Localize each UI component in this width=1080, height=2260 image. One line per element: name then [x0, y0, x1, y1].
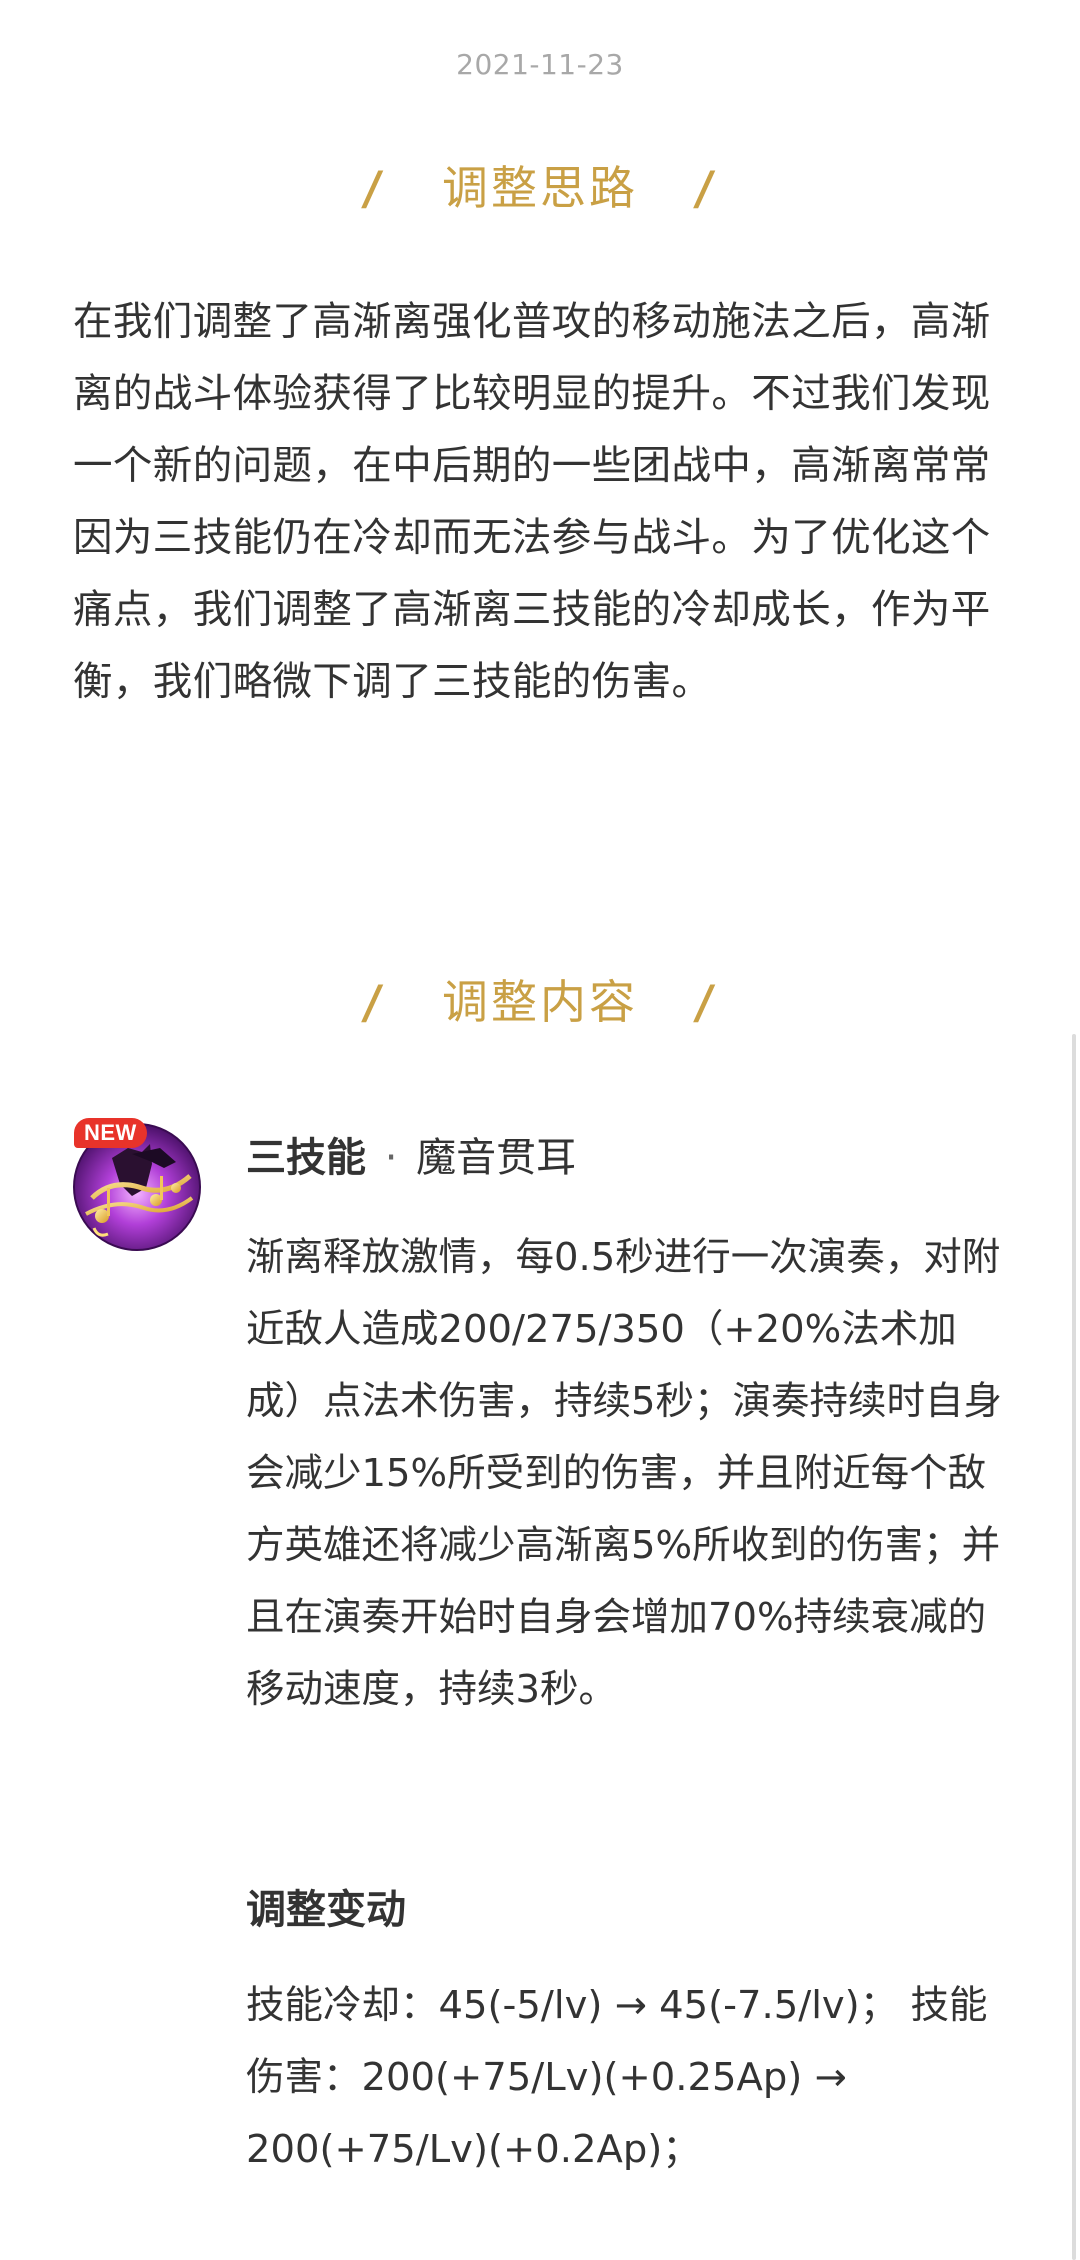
- decor-slash-left-icon: /: [360, 161, 388, 215]
- decor-slash-right-icon: /: [692, 161, 720, 215]
- publish-date: 2021-11-23: [456, 48, 624, 81]
- section-heading-adjust-idea: / 调整思路 /: [0, 152, 1080, 218]
- skill-name: 三技能: [246, 1135, 366, 1181]
- section-heading-adjust-content: / 调整内容 /: [0, 966, 1080, 1032]
- decor-slash-right-icon: /: [692, 975, 720, 1029]
- skill-description: 渐离释放激情，每0.5秒进行一次演奏，对附近敌人造成200/275/350（+2…: [246, 1235, 1002, 1712]
- change-title: 调整变动: [246, 1887, 406, 1933]
- skill-music-icon: NEW: [72, 1118, 202, 1252]
- skill-separator: ·: [384, 1135, 398, 1181]
- decor-slash-left-icon: /: [360, 975, 388, 1029]
- change-text: 技能冷却：45(-5/lv) → 45(-7.5/lv)； 技能伤害：200(+…: [246, 1983, 988, 2172]
- new-badge: NEW: [74, 1118, 147, 1148]
- scrollbar[interactable]: [1072, 1034, 1076, 2260]
- section-title-text: 调整思路: [442, 161, 638, 215]
- article-page: 2021-11-23 / 调整思路 / 在我们调整了高渐离强化普攻的移动施法之后，高…: [0, 0, 1080, 2260]
- section-title-text: 调整内容: [442, 975, 638, 1029]
- intro-paragraph: 在我们调整了高渐离强化普攻的移动施法之后，高渐离的战斗体验获得了比较明显的提升。…: [73, 299, 991, 705]
- skill-heading: 三技能 · 魔音贯耳: [246, 1128, 1006, 1188]
- skill-subtitle: 魔音贯耳: [416, 1135, 577, 1181]
